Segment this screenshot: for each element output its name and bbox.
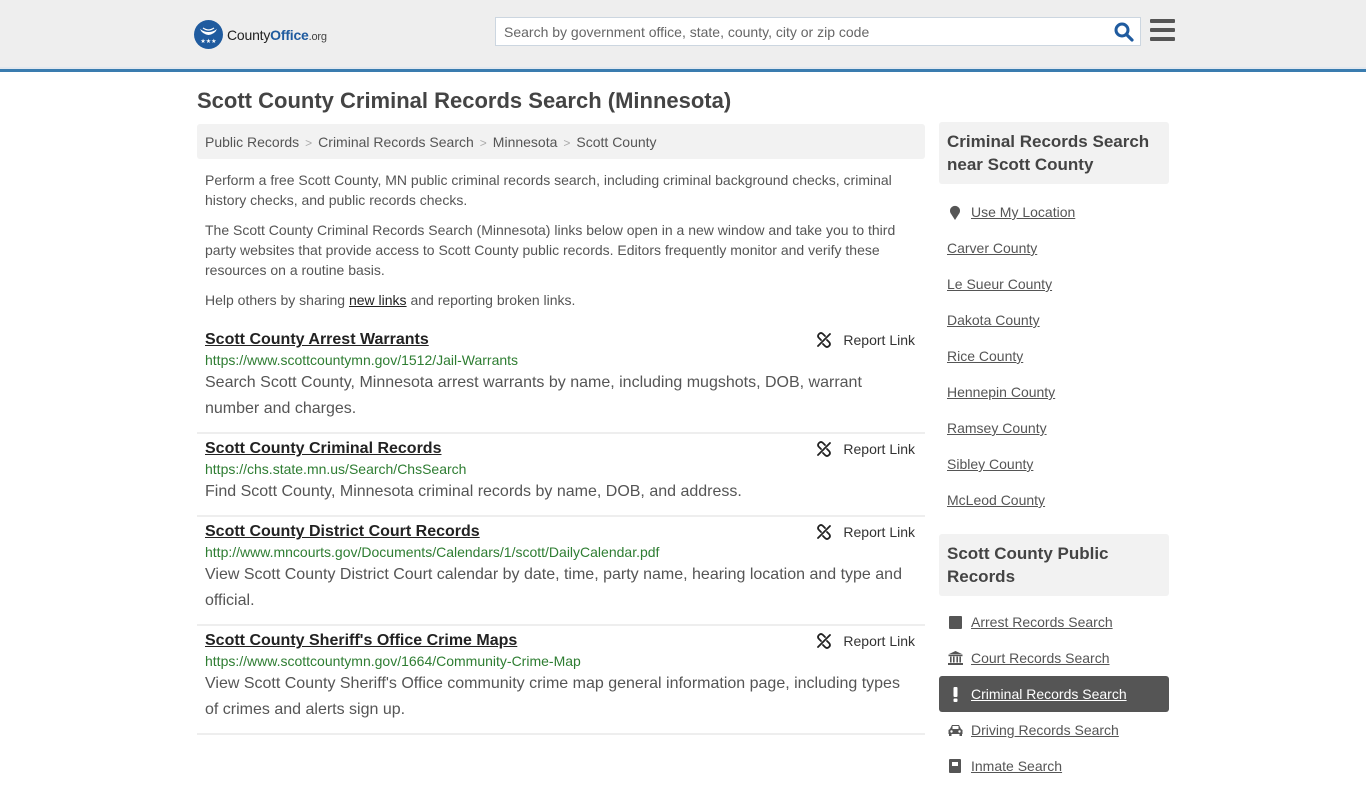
breadcrumb: Public Records > Criminal Records Search > M… <box>197 124 925 159</box>
public-records-item: Inmate Search <box>939 748 1169 784</box>
nearby-county-item: Dakota County <box>939 302 1169 338</box>
public-records-item: Court Records Search <box>939 640 1169 676</box>
result-url: https://www.scottcountymn.gov/1664/Commu… <box>205 653 581 669</box>
public-records-list: Arrest Records Search Court Records Sear… <box>939 596 1169 800</box>
exclamation-icon <box>947 686 963 702</box>
nearby-county-item: Carver County <box>939 230 1169 266</box>
result-description: Search Scott County, Minnesota arrest wa… <box>205 374 862 417</box>
result-url: https://chs.state.mn.us/Search/ChsSearch <box>205 461 467 477</box>
nearby-county-item: Le Sueur County <box>939 266 1169 302</box>
driving-records-search-link[interactable]: Driving Records Search <box>971 722 1119 738</box>
car-icon <box>947 722 963 738</box>
search-icon <box>1114 22 1134 42</box>
county-link-le-sueur[interactable]: Le Sueur County <box>947 276 1052 292</box>
county-link-rice[interactable]: Rice County <box>947 348 1023 364</box>
report-link-button[interactable]: Report Link <box>816 524 915 540</box>
intro-paragraph: The Scott County Criminal Records Search… <box>205 222 896 278</box>
result-title-link[interactable]: Scott County Arrest Warrants <box>205 331 429 349</box>
page-title: Scott County Criminal Records Search (Mi… <box>197 88 732 113</box>
breadcrumb-separator: > <box>305 136 313 150</box>
county-link-ramsey[interactable]: Ramsey County <box>947 420 1047 436</box>
inmate-search-link[interactable]: Inmate Search <box>971 758 1062 774</box>
result-item: Scott County District Court Records Repo… <box>197 517 925 626</box>
broken-link-icon <box>817 524 832 540</box>
breadcrumb-public-records[interactable]: Public Records <box>205 134 299 150</box>
search-button[interactable] <box>1114 22 1134 42</box>
public-records-item: Driving Records Search <box>939 712 1169 748</box>
result-url: https://www.scottcountymn.gov/1512/Jail-… <box>205 352 519 368</box>
result-description: View Scott County District Court calenda… <box>205 566 902 609</box>
new-links-link[interactable]: new links <box>349 292 407 308</box>
result-item: Scott County Criminal Records Report Lin… <box>197 434 925 517</box>
search-input[interactable] <box>496 18 1096 45</box>
result-description: View Scott County Sheriff's Office commu… <box>205 675 900 718</box>
result-url: http://www.mncourts.gov/Documents/Calend… <box>205 544 660 560</box>
sidebar: Criminal Records Search near Scott Count… <box>939 122 1169 800</box>
search-box <box>495 17 1141 46</box>
court-records-search-link[interactable]: Court Records Search <box>971 650 1110 666</box>
site-header: ★★★ CountyOffice.org <box>0 0 1366 72</box>
broken-link-icon <box>817 633 832 649</box>
nearby-county-item: McLeod County <box>939 482 1169 518</box>
county-link-dakota[interactable]: Dakota County <box>947 312 1040 328</box>
arrest-records-search-link[interactable]: Arrest Records Search <box>971 614 1113 630</box>
hamburger-menu-icon[interactable] <box>1150 19 1175 41</box>
intro-text: Perform a free Scott County, MN public c… <box>205 170 917 320</box>
courthouse-icon <box>947 650 963 666</box>
breadcrumb-separator: > <box>563 136 571 150</box>
public-records-heading: Scott County Public Records <box>939 534 1169 596</box>
public-records-item: Arrest Records Search <box>939 604 1169 640</box>
broken-link-icon <box>817 441 832 457</box>
nearby-county-item: Ramsey County <box>939 410 1169 446</box>
map-marker-icon <box>947 204 963 220</box>
nearby-county-list: Use My Location Carver County Le Sueur C… <box>939 184 1169 534</box>
nearby-county-item: Sibley County <box>939 446 1169 482</box>
report-link-button[interactable]: Report Link <box>816 332 915 348</box>
nearby-county-item: Hennepin County <box>939 374 1169 410</box>
county-link-sibley[interactable]: Sibley County <box>947 456 1033 472</box>
nearby-heading: Criminal Records Search near Scott Count… <box>939 122 1169 184</box>
report-link-button[interactable]: Report Link <box>816 633 915 649</box>
inmate-icon <box>947 758 963 774</box>
square-icon <box>947 614 963 630</box>
county-link-mcleod[interactable]: McLeod County <box>947 492 1045 508</box>
result-title-link[interactable]: Scott County District Court Records <box>205 523 480 541</box>
breadcrumb-criminal-records-search[interactable]: Criminal Records Search <box>318 134 474 150</box>
eagle-stars-icon: ★★★ <box>194 20 223 49</box>
logo-text: CountyOffice.org <box>227 26 327 43</box>
result-title-link[interactable]: Scott County Criminal Records <box>205 440 441 458</box>
breadcrumb-scott-county[interactable]: Scott County <box>576 134 656 150</box>
result-description: Find Scott County, Minnesota criminal re… <box>205 483 742 500</box>
nearby-county-item: Rice County <box>939 338 1169 374</box>
share-links-paragraph: Help others by sharing new links and rep… <box>205 292 576 308</box>
breadcrumb-minnesota[interactable]: Minnesota <box>493 134 558 150</box>
county-link-hennepin[interactable]: Hennepin County <box>947 384 1055 400</box>
intro-paragraph: Perform a free Scott County, MN public c… <box>205 172 892 208</box>
broken-link-icon <box>817 332 832 348</box>
site-logo[interactable]: ★★★ CountyOffice.org <box>194 20 327 49</box>
use-my-location-link[interactable]: Use My Location <box>971 204 1075 220</box>
breadcrumb-separator: > <box>479 136 487 150</box>
public-records-item-active: Criminal Records Search <box>939 676 1169 712</box>
use-my-location-item: Use My Location <box>939 194 1169 230</box>
result-item: Scott County Arrest Warrants Report Link… <box>197 325 925 434</box>
report-link-button[interactable]: Report Link <box>816 441 915 457</box>
results-list: Scott County Arrest Warrants Report Link… <box>197 325 925 735</box>
criminal-records-search-link[interactable]: Criminal Records Search <box>971 686 1127 702</box>
result-title-link[interactable]: Scott County Sheriff's Office Crime Maps <box>205 632 517 650</box>
svg-text:★★★: ★★★ <box>200 38 216 45</box>
county-link-carver[interactable]: Carver County <box>947 240 1037 256</box>
result-item: Scott County Sheriff's Office Crime Maps… <box>197 626 925 735</box>
